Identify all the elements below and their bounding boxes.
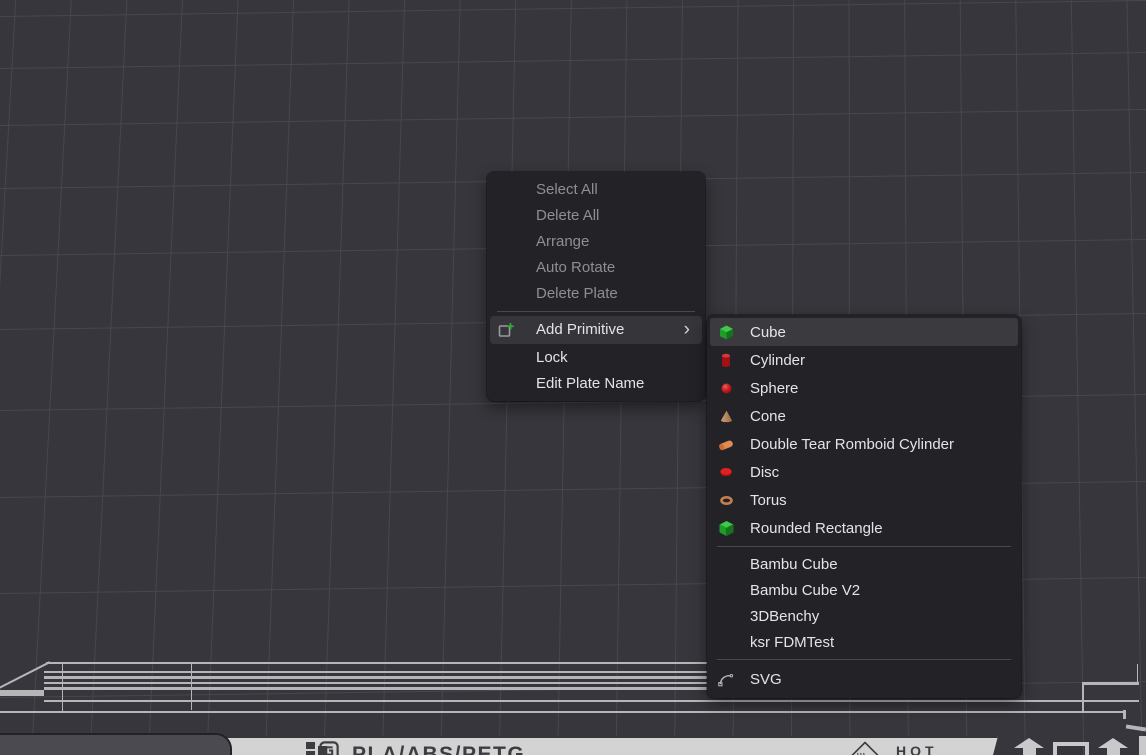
submenu-item-torus[interactable]: Torus xyxy=(710,486,1018,514)
submenu-item-bambu-cube[interactable]: Bambu Cube xyxy=(710,551,1018,577)
menu-separator xyxy=(497,311,695,312)
menu-item-delete-plate[interactable]: Delete Plate xyxy=(490,281,702,307)
submenu-item-cone[interactable]: Cone xyxy=(710,402,1018,430)
submenu-item-3dbenchy[interactable]: 3DBenchy xyxy=(710,603,1018,629)
menu-item-auto-rotate[interactable]: Auto Rotate xyxy=(490,255,702,281)
submenu-item-cylinder[interactable]: Cylinder xyxy=(710,346,1018,374)
submenu-chevron-icon: › xyxy=(684,320,702,339)
plate-label-bar[interactable]: PLA/ABS/PETG HOT xyxy=(214,736,998,755)
submenu-item-disc[interactable]: Disc xyxy=(710,458,1018,486)
submenu-separator xyxy=(717,546,1011,547)
cylinder-icon xyxy=(718,352,734,368)
add-primitive-icon xyxy=(498,322,515,338)
cone-icon xyxy=(718,408,734,424)
svg-curve-icon xyxy=(718,671,734,687)
plate-edge-diagonal xyxy=(0,661,50,689)
arrow-up-icon xyxy=(1098,738,1128,755)
submenu-item-ksr-fdmtest[interactable]: ksr FDMTest xyxy=(710,629,1018,655)
hot-warning-icon xyxy=(850,741,880,755)
submenu-item-svg[interactable]: SVG xyxy=(710,664,1018,694)
submenu-item-sphere[interactable]: Sphere xyxy=(710,374,1018,402)
submenu-item-rounded-rectangle[interactable]: Rounded Rectangle xyxy=(710,514,1018,542)
cube-icon xyxy=(718,324,734,340)
add-primitive-submenu: Cube Cylinder Sphere xyxy=(707,315,1021,698)
plate-orientation-marks xyxy=(1014,738,1128,755)
sphere-icon xyxy=(718,380,734,396)
menu-item-label: Add Primitive xyxy=(536,321,624,338)
hot-label: HOT xyxy=(896,743,938,755)
menu-item-select-all[interactable]: Select All xyxy=(490,176,702,202)
torus-icon xyxy=(718,492,734,508)
plate-front-tab xyxy=(0,733,232,755)
submenu-item-bambu-cube-v2[interactable]: Bambu Cube V2 xyxy=(710,577,1018,603)
rounded-rectangle-icon xyxy=(718,520,734,536)
textured-plate-icon xyxy=(318,741,340,755)
disc-icon xyxy=(718,464,734,480)
arrow-up-icon xyxy=(1014,738,1044,755)
square-mark-icon xyxy=(1053,742,1089,755)
menu-item-arrange[interactable]: Arrange xyxy=(490,228,702,254)
plate-material-label: PLA/ABS/PETG xyxy=(352,743,525,755)
menu-item-lock[interactable]: Lock xyxy=(490,344,702,370)
menu-item-edit-plate-name[interactable]: Edit Plate Name xyxy=(490,370,702,396)
submenu-item-double-tear-romboid-cylinder[interactable]: Double Tear Romboid Cylinder xyxy=(710,430,1018,458)
submenu-separator xyxy=(717,659,1011,660)
menu-item-add-primitive[interactable]: Add Primitive › xyxy=(490,316,702,344)
plate-edge-segment xyxy=(1139,736,1146,755)
submenu-item-cube[interactable]: Cube xyxy=(710,318,1018,346)
menu-item-delete-all[interactable]: Delete All xyxy=(490,202,702,228)
context-menu: Select All Delete All Arrange Auto Rotat… xyxy=(487,172,705,401)
double-tear-romboid-cylinder-icon xyxy=(718,436,734,452)
viewport-3d-canvas[interactable]: PLA/ABS/PETG HOT Select All Delete All A… xyxy=(0,0,1146,755)
